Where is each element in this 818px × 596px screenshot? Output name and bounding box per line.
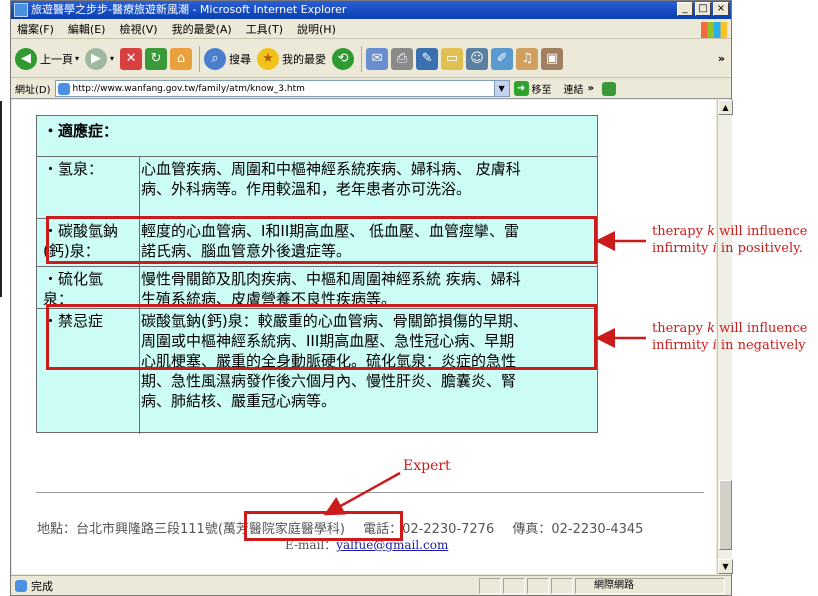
- scroll-down-icon[interactable]: ▼: [718, 559, 733, 574]
- back-arrow-icon: ◀: [15, 47, 37, 70]
- row-label: ・硫化氫 泉：: [43, 270, 104, 308]
- indications-header: ・適應症：: [43, 122, 119, 140]
- search-label: 搜尋: [229, 52, 252, 66]
- row-text: 心血管疾病、周圍和中樞神經系統疾病、婦科病、 皮膚科 病、外科病等。作用較溫和，…: [141, 160, 521, 198]
- home-icon[interactable]: ⌂: [170, 47, 193, 70]
- toolbar: ◀ 上一頁 ▾ ▶ ▾ ✕ ↻ ⌂ ⌕ 搜尋 ★ 我的最愛 ⟲ ✉ ⎙ ✎ ▭ …: [11, 40, 731, 78]
- tools-icon[interactable]: ▣: [541, 47, 564, 70]
- go-button[interactable]: 移至: [532, 81, 552, 96]
- page-done-icon: [15, 579, 27, 592]
- scroll-thumb[interactable]: [719, 480, 732, 550]
- search-button[interactable]: ⌕ 搜尋: [204, 47, 252, 70]
- print-icon[interactable]: ⎙: [391, 47, 414, 70]
- page-edge: [0, 101, 2, 297]
- messenger-icon[interactable]: ☺: [466, 47, 489, 70]
- tools-menu-icon[interactable]: [601, 81, 616, 96]
- menu-help[interactable]: 說明(H): [297, 21, 336, 37]
- negative-highlight-box: [46, 304, 597, 370]
- menu-favorites[interactable]: 我的最愛(A): [172, 21, 232, 37]
- page-icon: [57, 82, 70, 95]
- edit-icon[interactable]: ✎: [416, 47, 439, 70]
- address-input[interactable]: http://www.wanfang.gov.tw/family/atm/kno…: [54, 80, 510, 97]
- title-bar: 旅遊醫學之步步-醫療旅遊新風潮 - Microsoft Internet Exp…: [11, 1, 731, 19]
- windows-logo-icon: [701, 22, 727, 38]
- folder-icon[interactable]: ▭: [441, 47, 464, 70]
- row-text: 慢性骨關節及肌肉疾病、中樞和周圍神經系統 疾病、婦科 生殖系統病、皮膚營養不良性…: [141, 270, 521, 308]
- positive-highlight-box: [46, 216, 597, 264]
- address-url: http://www.wanfang.gov.tw/family/atm/kno…: [72, 83, 305, 94]
- links-button[interactable]: 連結: [564, 81, 584, 96]
- forward-button[interactable]: ▶ ▾: [85, 47, 114, 70]
- scroll-up-icon[interactable]: ▲: [718, 100, 733, 115]
- mail-icon[interactable]: ✉: [366, 47, 389, 70]
- row-label: ・氢泉：: [43, 160, 104, 178]
- minimize-button[interactable]: _: [677, 2, 693, 16]
- maximize-button[interactable]: □: [695, 2, 711, 16]
- expert-highlight-box: [244, 511, 403, 541]
- address-dropdown-icon[interactable]: ▼: [493, 81, 509, 96]
- close-button[interactable]: ×: [713, 2, 729, 16]
- internet-zone: 網際網路: [594, 580, 634, 591]
- negative-annotation: therapy k will influence infirmity i in …: [652, 321, 808, 353]
- menu-bar: 檔案(F) 編輯(E) 檢視(V) 我的最愛(A) 工具(T) 說明(H): [11, 20, 731, 39]
- search-icon: ⌕: [204, 47, 227, 70]
- menu-file[interactable]: 檔案(F): [17, 21, 54, 37]
- status-text: 完成: [31, 579, 53, 593]
- browser-window: 旅遊醫學之步步-醫療旅遊新風潮 - Microsoft Internet Exp…: [10, 0, 733, 596]
- history-icon[interactable]: ⟲: [332, 47, 355, 70]
- address-bar: 網址(D) http://www.wanfang.gov.tw/family/a…: [11, 79, 731, 99]
- refresh-icon[interactable]: ↻: [145, 47, 168, 70]
- links-overflow[interactable]: »: [588, 83, 594, 94]
- menu-tools[interactable]: 工具(T): [246, 21, 283, 37]
- menu-view[interactable]: 檢視(V): [119, 21, 157, 37]
- back-button[interactable]: ◀ 上一頁 ▾: [15, 47, 79, 70]
- back-label: 上一頁: [40, 52, 73, 66]
- favorites-button[interactable]: ★ 我的最愛: [257, 47, 327, 70]
- positive-annotation: therapy k will influence infirmity i in …: [652, 224, 808, 256]
- table-row: ・氢泉： 心血管疾病、周圍和中樞神經系統疾病、婦科病、 皮膚科 病、外科病等。作…: [37, 156, 597, 216]
- go-arrow-icon[interactable]: ➜: [513, 81, 529, 96]
- media-icon[interactable]: ♫: [516, 47, 539, 70]
- stop-icon[interactable]: ✕: [120, 47, 143, 70]
- footer-fax: 傳真：02-2230-4345: [512, 522, 644, 537]
- footer-location: 地點：台北市興隆路三段111號: [37, 522, 218, 537]
- address-label: 網址(D): [15, 85, 51, 96]
- ie-icon: [14, 3, 28, 17]
- research-icon[interactable]: ✐: [491, 47, 514, 70]
- zone-panel: 網際網路: [575, 578, 725, 594]
- forward-arrow-icon: ▶: [85, 47, 108, 70]
- menu-edit[interactable]: 編輯(E): [68, 21, 106, 37]
- favorites-label: 我的最愛: [282, 52, 327, 66]
- status-bar: 完成 網際網路: [11, 575, 731, 595]
- expert-annotation: Expert: [403, 458, 451, 474]
- star-icon: ★: [257, 47, 280, 70]
- window-title: 旅遊醫學之步步-醫療旅遊新風潮 - Microsoft Internet Exp…: [31, 3, 347, 16]
- toolbar-overflow[interactable]: »: [718, 52, 725, 65]
- indications-table: ・適應症： ・氢泉： 心血管疾病、周圍和中樞神經系統疾病、婦科病、 皮膚科 病、…: [36, 115, 598, 434]
- footer-divider: [36, 492, 704, 493]
